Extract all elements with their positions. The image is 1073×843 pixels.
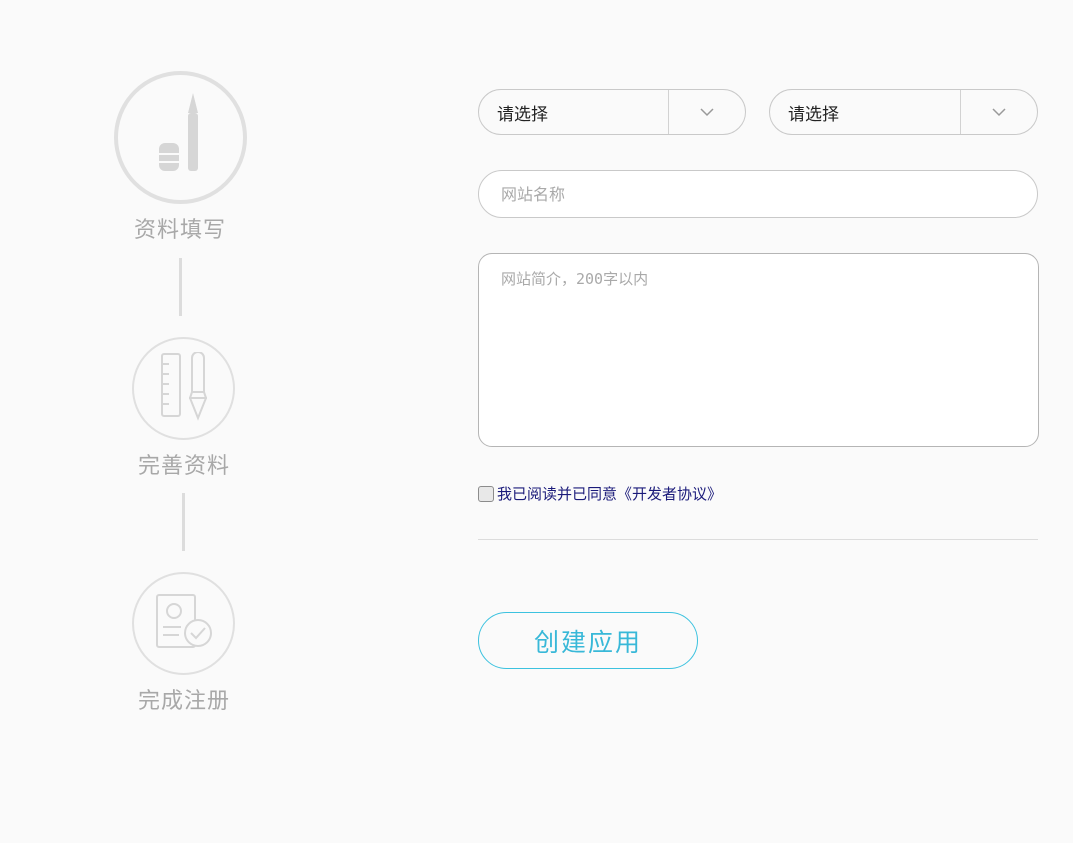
step-3-label: 完成注册 bbox=[137, 689, 230, 714]
select-value: 请选择 bbox=[497, 104, 548, 125]
step-connector bbox=[179, 258, 182, 316]
step-2-circle bbox=[132, 337, 235, 440]
ruler-pen-icon bbox=[154, 350, 214, 426]
site-name-input[interactable] bbox=[478, 170, 1038, 218]
step-3-circle bbox=[132, 572, 235, 675]
step-connector bbox=[182, 493, 185, 551]
chevron-down-icon[interactable] bbox=[669, 90, 745, 134]
category-select-2[interactable]: 请选择 bbox=[769, 89, 1038, 135]
step-1-circle bbox=[114, 71, 247, 204]
developer-agreement-link[interactable]: 《开发者协议》 bbox=[617, 483, 722, 504]
category-select-1[interactable]: 请选择 bbox=[478, 89, 746, 135]
agreement-row: 我已阅读并已同意 《开发者协议》 bbox=[478, 483, 722, 504]
divider bbox=[478, 539, 1038, 540]
document-check-icon bbox=[153, 591, 215, 657]
select-value: 请选择 bbox=[788, 104, 839, 125]
site-intro-textarea[interactable] bbox=[478, 253, 1039, 447]
agreement-checkbox[interactable] bbox=[478, 485, 494, 502]
agreement-text: 我已阅读并已同意 bbox=[497, 485, 618, 503]
step-2-label: 完善资料 bbox=[137, 454, 230, 479]
create-app-button[interactable]: 创建应用 bbox=[478, 612, 698, 669]
chevron-down-icon[interactable] bbox=[961, 90, 1037, 134]
step-1-label: 资料填写 bbox=[133, 218, 226, 243]
pencil-icon bbox=[151, 91, 211, 185]
